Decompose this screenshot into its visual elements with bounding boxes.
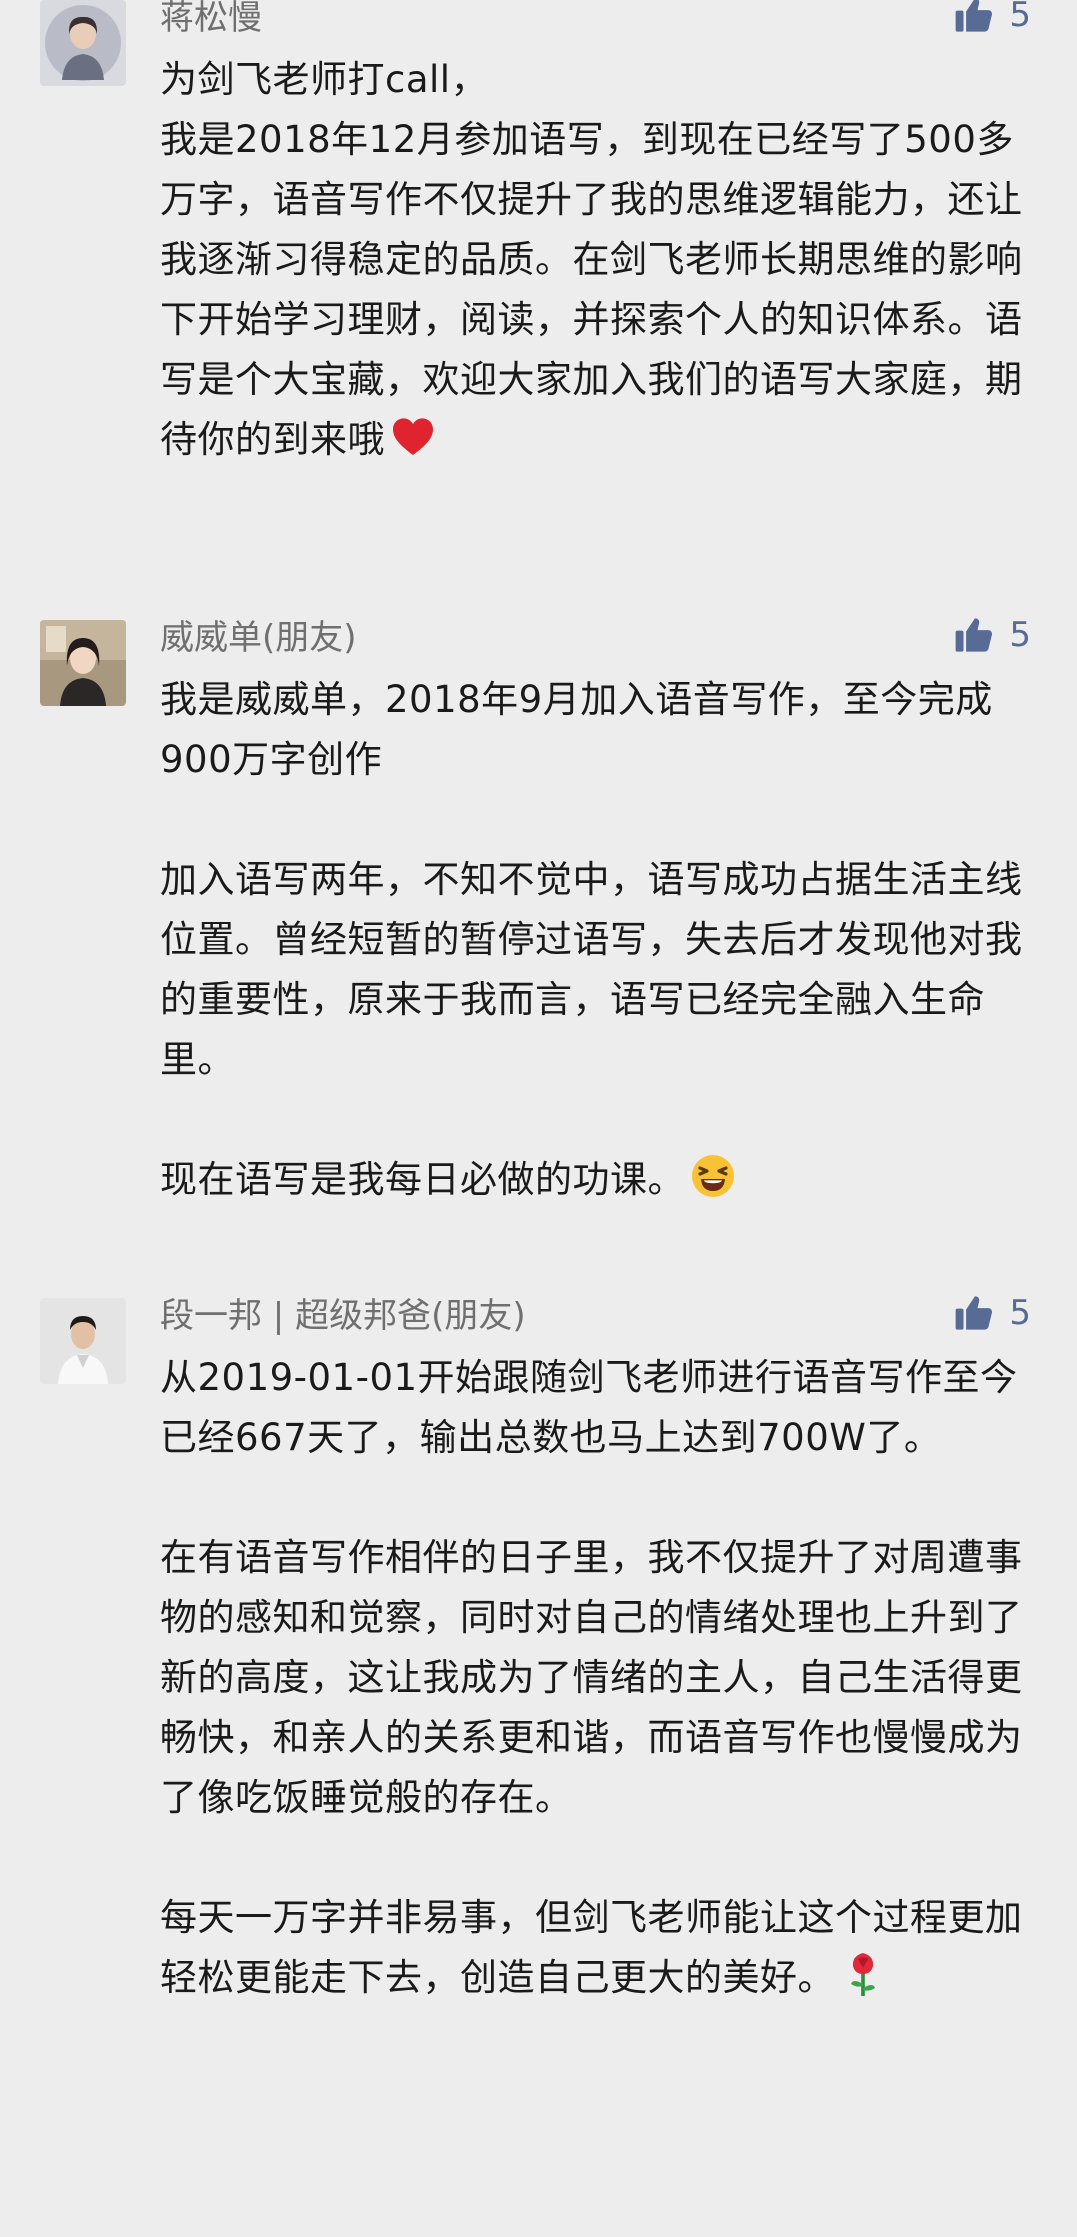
like-count: 5 [1009, 615, 1031, 655]
thumbs-up-icon [955, 1296, 993, 1330]
comment-paragraph: 我是威威单，2018年9月加入语音写作，至今完成900万字创作 [160, 678, 993, 781]
comment-body: 从2019-01-01开始跟随剑飞老师进行语音写作至今已经667天了，输出总数也… [160, 1348, 1040, 2008]
avatar[interactable] [40, 0, 126, 86]
comment-paragraph: 为剑飞老师打call， 我是2018年12月参加语写，到现在已经写了500多万字… [160, 58, 1023, 461]
laughing-face-emoji [689, 1152, 737, 1200]
like-button[interactable]: 5 [953, 614, 1031, 656]
like-button[interactable]: 5 [953, 1292, 1031, 1334]
comment-paragraph: 每天一万字并非易事，但剑飞老师能让这个过程更加轻松更能走下去，创造自己更大的美好… [160, 1896, 1023, 1999]
avatar[interactable] [40, 1298, 126, 1384]
like-count: 5 [1009, 1293, 1031, 1333]
like-button[interactable]: 5 [953, 0, 1031, 36]
thumbs-up-icon [955, 0, 993, 32]
comment-body: 为剑飞老师打call， 我是2018年12月参加语写，到现在已经写了500多万字… [160, 50, 1040, 470]
comment-body: 我是威威单，2018年9月加入语音写作，至今完成900万字创作 加入语写两年，不… [160, 670, 1040, 1210]
like-count: 5 [1009, 0, 1031, 35]
red-heart-emoji [389, 412, 437, 460]
comment-paragraph: 现在语写是我每日必做的功课。 [160, 1158, 685, 1201]
avatar[interactable] [40, 620, 126, 706]
comment-author[interactable]: 威威单(朋友) [160, 618, 357, 658]
comment-author[interactable]: 段一邦 | 超级邦爸(朋友) [160, 1296, 526, 1336]
thumbs-up-icon [955, 618, 993, 652]
rose-emoji [839, 1950, 887, 1998]
comment-paragraph: 在有语音写作相伴的日子里，我不仅提升了对周遭事物的感知和觉察，同时对自己的情绪处… [160, 1536, 1023, 1819]
comment-paragraph: 从2019-01-01开始跟随剑飞老师进行语音写作至今已经667天了，输出总数也… [160, 1356, 1018, 1459]
comment-paragraph: 加入语写两年，不知不觉中，语写成功占据生活主线位置。曾经短暂的暂停过语写，失去后… [160, 858, 1023, 1081]
comment-author[interactable]: 蒋松慢 [160, 0, 262, 38]
